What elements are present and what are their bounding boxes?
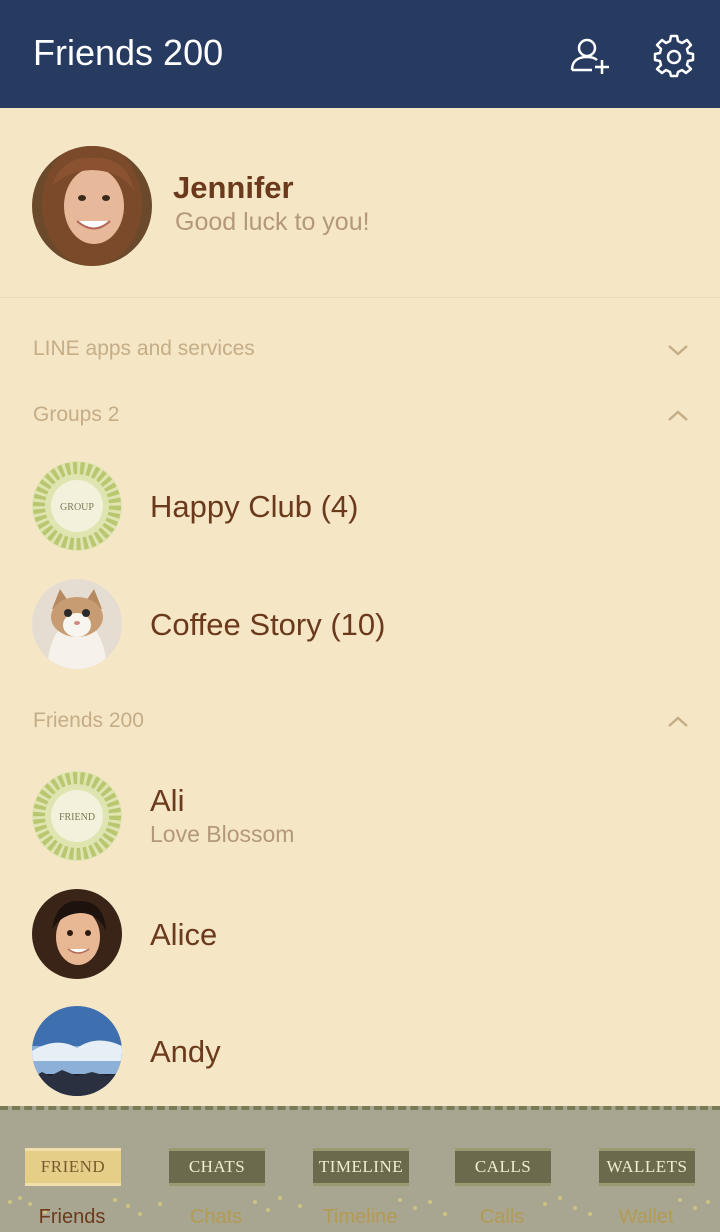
- list-item[interactable]: Alice: [0, 879, 720, 989]
- friend-avatar: [32, 1006, 122, 1096]
- tab-plate: CALLS: [455, 1148, 551, 1186]
- tab-label: Chats: [189, 1206, 243, 1228]
- chevron-up-icon: [668, 410, 688, 421]
- gear-icon[interactable]: [652, 34, 696, 78]
- list-item[interactable]: Coffee Story (10): [0, 569, 720, 679]
- friend-name: Ali: [150, 783, 185, 818]
- friend-avatar: [32, 889, 122, 979]
- section-label: Groups 2: [33, 403, 120, 426]
- group-name: Coffee Story (10): [150, 607, 386, 642]
- tab-plate: CHATS: [169, 1148, 265, 1186]
- section-groups[interactable]: Groups 2: [0, 388, 720, 444]
- my-profile[interactable]: Jennifer Good luck to you!: [0, 108, 720, 298]
- app-header: Friends 200: [0, 0, 720, 108]
- friend-name: Andy: [150, 1034, 221, 1069]
- tab-plate: WALLETS: [599, 1148, 695, 1186]
- friend-status-message: Love Blossom: [150, 821, 295, 847]
- group-avatar-text: GROUP: [60, 502, 94, 513]
- friend-avatar: FRIEND: [32, 771, 122, 861]
- friend-name: Alice: [150, 917, 218, 952]
- list-item[interactable]: Andy: [0, 996, 720, 1106]
- tab-label: Timeline: [322, 1206, 398, 1228]
- section-line-apps[interactable]: LINE apps and services: [0, 322, 720, 378]
- chevron-up-icon: [668, 716, 688, 727]
- tab-label: Friends: [38, 1206, 106, 1228]
- add-friend-icon[interactable]: [568, 34, 612, 78]
- list-item[interactable]: FRIEND Ali Love Blossom: [0, 761, 720, 871]
- list-item[interactable]: GROUP Happy Club (4): [0, 451, 720, 561]
- tab-plate: TIMELINE: [313, 1148, 409, 1186]
- friend-avatar-text: FRIEND: [59, 812, 95, 823]
- section-friends[interactable]: Friends 200: [0, 694, 720, 750]
- tab-plate: FRIEND: [25, 1148, 121, 1186]
- group-avatar: [32, 579, 122, 669]
- tab-wallet[interactable]: WALLETS Wallet: [574, 1110, 718, 1232]
- avatar[interactable]: [32, 146, 152, 266]
- profile-status-message: Good luck to you!: [175, 208, 370, 236]
- group-avatar: GROUP: [32, 461, 122, 551]
- section-label: LINE apps and services: [33, 337, 255, 360]
- tab-friends[interactable]: FRIEND Friends: [0, 1110, 144, 1232]
- tab-label: Calls: [479, 1206, 525, 1228]
- tab-label: Wallet: [618, 1206, 674, 1228]
- group-name: Happy Club (4): [150, 489, 359, 524]
- section-label: Friends 200: [33, 709, 144, 732]
- tab-timeline[interactable]: TIMELINE Timeline: [288, 1110, 432, 1232]
- bottom-tab-bar: FRIEND Friends CHATS Chats TIMELINE Time…: [0, 1106, 720, 1232]
- profile-name: Jennifer: [173, 170, 294, 205]
- tab-calls[interactable]: CALLS Calls: [430, 1110, 574, 1232]
- chevron-down-icon: [668, 345, 688, 356]
- page-title: Friends 200: [33, 32, 224, 73]
- tab-chats[interactable]: CHATS Chats: [144, 1110, 288, 1232]
